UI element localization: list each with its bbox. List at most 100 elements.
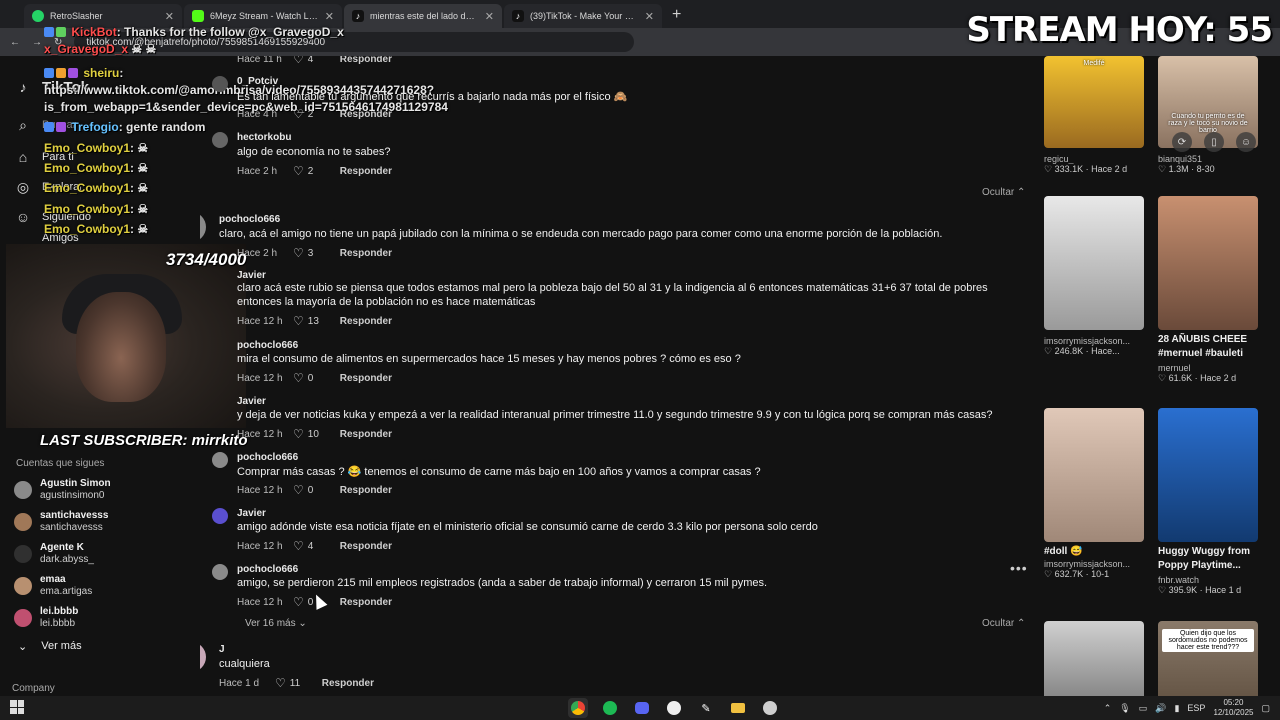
video-user[interactable]: imsorrymissjackson... (1044, 336, 1148, 346)
video-thumbnail[interactable] (1158, 408, 1258, 542)
back-icon[interactable]: ← (10, 37, 20, 48)
reply-button[interactable]: Responder (340, 429, 392, 440)
chevron-up-icon[interactable]: ⌃ (1104, 703, 1112, 714)
comment-user[interactable]: J (219, 644, 225, 655)
video-card[interactable]: Cuando tu perrito es de raza y le tocó s… (1158, 56, 1262, 175)
video-thumbnail[interactable] (1158, 196, 1258, 330)
hide-replies-button[interactable]: Ocultar ⌃ (982, 187, 1025, 198)
video-card[interactable]: Huggy Wuggy from Poppy Playtime... fnbr.… (1158, 408, 1262, 596)
network-icon[interactable]: ▭ (1139, 703, 1148, 714)
comment-user[interactable]: pochoclo666 (237, 452, 298, 463)
phone-icon[interactable]: ▯ (1204, 132, 1224, 152)
video-user[interactable]: bianqui351 (1158, 154, 1262, 164)
video-user[interactable]: imsorrymissjackson... (1044, 559, 1148, 569)
video-thumbnail[interactable]: Quien dijo que los sordomudos no podemos… (1158, 621, 1258, 696)
heart-icon[interactable]: ♡ (293, 427, 304, 441)
close-icon[interactable]: ✕ (645, 10, 654, 23)
video-user[interactable]: regicu_ (1044, 154, 1148, 164)
close-icon[interactable]: ✕ (165, 10, 174, 23)
search-icon: ⌕ (19, 117, 27, 133)
video-card[interactable]: imsorrymissjackson... ♡ 246.8K · Hace... (1044, 196, 1148, 357)
video-thumbnail[interactable] (1044, 408, 1144, 542)
following-account[interactable]: Agente Kdark.abyss_ (14, 542, 94, 566)
following-account[interactable]: emaa ema.artigas (14, 574, 92, 598)
following-account[interactable]: lei.bbbb lei.bbbb (14, 606, 78, 630)
following-account[interactable]: Agustin Simon agustinsimon0 (14, 478, 111, 502)
video-thumbnail[interactable]: Medifé (1044, 56, 1144, 148)
like-count: 4 (307, 56, 314, 65)
profile-icon[interactable]: ☺ (1236, 132, 1256, 152)
comment-user[interactable]: Javier (237, 508, 266, 519)
browser-tab[interactable]: ♪ (39)TikTok - Make Your Day ✕ (504, 4, 662, 28)
video-thumbnail[interactable] (1044, 196, 1144, 330)
reply-button[interactable]: Responder (340, 109, 392, 120)
view-more-replies-button[interactable]: Ver 16 más ⌄ (245, 618, 307, 629)
reply-button[interactable]: Responder (340, 56, 392, 65)
reply-button[interactable]: Responder (340, 248, 392, 259)
reply-button[interactable]: Responder (340, 373, 392, 384)
video-user[interactable]: fnbr.watch (1158, 575, 1262, 585)
comment-user[interactable]: pochoclo666 (237, 340, 298, 351)
new-tab-button[interactable]: + (664, 6, 689, 24)
close-icon[interactable]: ✕ (485, 10, 494, 23)
reply-button[interactable]: Responder (322, 678, 374, 689)
heart-icon[interactable]: ♡ (293, 107, 304, 121)
comment-user[interactable]: Javier (237, 270, 266, 281)
video-card[interactable]: 28 AÑUBIS CHEEE #mernuel #bauleti mernue… (1158, 196, 1262, 384)
reply-button[interactable]: Responder (340, 316, 392, 327)
close-icon[interactable]: ✕ (325, 10, 334, 23)
comment-user[interactable]: 0_Potciv (237, 76, 278, 87)
heart-icon[interactable]: ♡ (293, 246, 304, 260)
like-count: 10 (307, 428, 319, 440)
comment-user[interactable]: pochoclo666 (237, 564, 298, 575)
reply-button[interactable]: Responder (340, 485, 392, 496)
heart-icon[interactable]: ♡ (293, 164, 304, 178)
folder-icon[interactable] (728, 698, 748, 718)
app-icon[interactable] (760, 698, 780, 718)
see-more-button[interactable]: ⌄ Ver más (18, 640, 82, 653)
spotify-icon[interactable] (600, 698, 620, 718)
reply-button[interactable]: Responder (340, 541, 392, 552)
comment-user[interactable]: hectorkobu (237, 132, 291, 143)
more-options-icon[interactable]: ••• (1010, 560, 1028, 576)
chat-message: Emo_Cowboy1: ☠ (44, 161, 148, 175)
reply-button[interactable]: Responder (340, 166, 392, 177)
company-link[interactable]: Company (12, 683, 55, 694)
language-indicator[interactable]: ESP (1187, 703, 1205, 713)
badge-icon (68, 68, 78, 78)
video-thumbnail[interactable] (1044, 621, 1144, 696)
heart-icon[interactable]: ♡ (293, 595, 304, 609)
following-account[interactable]: santichavesss santichavesss (14, 510, 108, 534)
notification-icon[interactable]: ▢ (1261, 703, 1270, 714)
heart-icon[interactable]: ♡ (293, 56, 304, 66)
browser-tab-active[interactable]: ♪ mientras este del lado del bien ✕ (344, 4, 502, 28)
video-user[interactable]: mernuel (1158, 363, 1262, 373)
battery-icon[interactable]: ▮ (1174, 703, 1179, 714)
chat-user: x_GravegoD_x (44, 42, 129, 56)
volume-icon[interactable]: 🔊 (1155, 703, 1166, 714)
rotate-icon[interactable]: ⟳ (1172, 132, 1192, 152)
video-card[interactable]: Quien dijo que los sordomudos no podemos… (1158, 621, 1262, 696)
video-card[interactable]: #doll 😅 imsorrymissjackson... ♡ 632.7K ·… (1044, 408, 1148, 580)
comment-user[interactable]: Javier (237, 396, 266, 407)
microphone-icon[interactable]: 🎙 (1119, 703, 1130, 714)
feather-icon[interactable]: ✎ (696, 698, 716, 718)
discord-icon[interactable] (632, 698, 652, 718)
reply-button[interactable]: Responder (340, 597, 392, 608)
heart-icon[interactable]: ♡ (293, 483, 304, 497)
windows-start-icon[interactable] (10, 700, 24, 714)
comment-meta: Hace 2 h ♡ 3 Responder (237, 246, 392, 260)
video-card[interactable] (1044, 621, 1148, 696)
forward-icon[interactable]: → (32, 37, 42, 48)
avatar (14, 513, 32, 531)
hide-replies-button[interactable]: Ocultar ⌃ (982, 618, 1025, 629)
heart-icon[interactable]: ♡ (293, 371, 304, 385)
heart-icon[interactable]: ♡ (275, 676, 286, 690)
chrome-icon[interactable] (568, 698, 588, 718)
heart-icon[interactable]: ♡ (293, 539, 304, 553)
clock[interactable]: 05:20 12/10/2025 (1213, 698, 1253, 718)
heart-icon[interactable]: ♡ (293, 314, 304, 328)
obs-icon[interactable] (664, 698, 684, 718)
video-card[interactable]: Medifé regicu_ ♡ 333.1K · Hace 2 d (1044, 56, 1148, 175)
comment-user[interactable]: pochoclo666 (219, 214, 280, 225)
